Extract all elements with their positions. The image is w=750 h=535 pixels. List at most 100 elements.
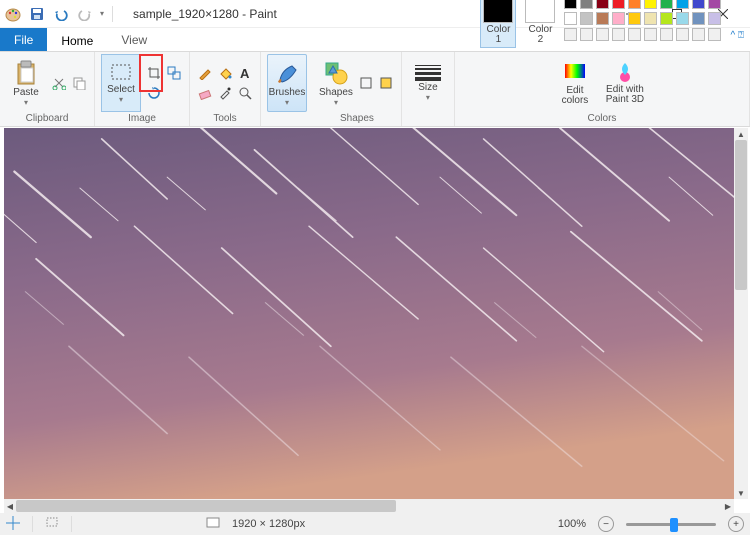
rotate-icon[interactable]	[145, 84, 163, 102]
canvas-image	[4, 128, 734, 499]
app-icon	[4, 5, 22, 23]
select-button[interactable]: Select ▾	[101, 54, 141, 112]
palette-swatch[interactable]	[564, 28, 577, 41]
horizontal-scrollbar[interactable]: ◀ ▶	[4, 499, 734, 513]
color1-swatch	[483, 0, 513, 23]
color2-swatch	[525, 0, 555, 23]
outline-icon[interactable]	[357, 74, 375, 92]
palette-swatch[interactable]	[692, 28, 705, 41]
collapse-ribbon-icon[interactable]: ^ ⍰	[731, 30, 744, 41]
palette-swatch[interactable]	[612, 28, 625, 41]
palette-swatch[interactable]	[612, 0, 625, 9]
palette-swatch[interactable]	[676, 0, 689, 9]
scroll-right-icon[interactable]: ▶	[722, 499, 734, 513]
palette-swatch[interactable]	[676, 12, 689, 25]
color-picker-icon[interactable]	[216, 84, 234, 102]
brushes-button[interactable]: Brushes ▾	[267, 54, 307, 112]
scroll-down-icon[interactable]: ▼	[734, 487, 748, 499]
group-brushes: Brushes ▾	[261, 52, 313, 126]
svg-text:A: A	[240, 66, 250, 80]
save-icon[interactable]	[28, 5, 46, 23]
palette-swatch[interactable]	[564, 12, 577, 25]
color1-button[interactable]: Color 1	[480, 0, 516, 48]
palette-swatch[interactable]	[676, 28, 689, 41]
palette-swatch[interactable]	[596, 0, 609, 9]
palette-swatch[interactable]	[708, 0, 721, 9]
palette-swatch[interactable]	[596, 28, 609, 41]
fill-shape-icon[interactable]	[377, 74, 395, 92]
palette-swatch[interactable]	[580, 28, 593, 41]
canvas-size-icon	[206, 516, 220, 533]
palette-swatch[interactable]	[628, 0, 641, 9]
hscroll-thumb[interactable]	[16, 500, 396, 512]
edit-colors-button[interactable]: Edit colors	[555, 54, 595, 112]
color-palette[interactable]	[564, 0, 723, 43]
qat-dropdown-icon[interactable]: ▾	[100, 9, 104, 18]
palette-swatch[interactable]	[628, 28, 641, 41]
cut-icon[interactable]	[50, 74, 68, 92]
group-shapes: Shapes ▾ Shapes	[313, 52, 402, 126]
magnifier-icon[interactable]	[236, 84, 254, 102]
status-bar: 1920 × 1280px 100% − +	[0, 513, 750, 535]
brush-icon	[274, 60, 300, 86]
canvas-area[interactable]	[4, 128, 734, 499]
zoom-in-button[interactable]: +	[728, 516, 744, 532]
pencil-icon[interactable]	[196, 64, 214, 82]
palette-swatch[interactable]	[660, 28, 673, 41]
ribbon: Paste ▾ Clipboard Select ▾ Image	[0, 52, 750, 127]
canvas-dimensions: 1920 × 1280px	[232, 518, 305, 530]
group-tools: A Tools	[190, 52, 261, 126]
palette-swatch[interactable]	[644, 28, 657, 41]
edit-colors-icon	[563, 60, 587, 84]
copy-icon[interactable]	[70, 74, 88, 92]
palette-swatch[interactable]	[708, 28, 721, 41]
shapes-gallery[interactable]: Shapes ▾	[319, 54, 353, 112]
eraser-icon[interactable]	[196, 84, 214, 102]
cursor-position-icon	[6, 516, 20, 533]
scroll-left-icon[interactable]: ◀	[4, 499, 16, 513]
group-colors: Color 1 Color 2 Edit colors Edit with Pa…	[455, 52, 750, 126]
shapes-icon	[323, 60, 349, 86]
palette-swatch[interactable]	[660, 12, 673, 25]
palette-swatch[interactable]	[596, 12, 609, 25]
tab-file[interactable]: File	[0, 28, 47, 51]
undo-icon[interactable]	[52, 5, 70, 23]
palette-swatch[interactable]	[708, 12, 721, 25]
color2-button[interactable]: Color 2	[522, 0, 558, 48]
group-image: Select ▾ Image	[95, 52, 190, 126]
clipboard-icon	[15, 60, 37, 86]
palette-swatch[interactable]	[580, 0, 593, 9]
zoom-slider-knob[interactable]	[670, 518, 678, 532]
paint3d-icon	[614, 61, 636, 83]
palette-swatch[interactable]	[612, 12, 625, 25]
palette-swatch[interactable]	[564, 0, 577, 9]
paste-button[interactable]: Paste ▾	[6, 54, 46, 112]
redo-icon[interactable]	[76, 5, 94, 23]
tab-view[interactable]: View	[107, 28, 161, 51]
zoom-out-button[interactable]: −	[598, 516, 614, 532]
vertical-scrollbar[interactable]: ▲ ▼	[734, 128, 748, 499]
palette-swatch[interactable]	[644, 0, 657, 9]
palette-swatch[interactable]	[660, 0, 673, 9]
selection-size-icon	[45, 516, 59, 533]
tab-home[interactable]: Home	[47, 28, 107, 51]
vscroll-thumb[interactable]	[735, 140, 747, 290]
palette-swatch[interactable]	[580, 12, 593, 25]
paint3d-button[interactable]: Edit with Paint 3D	[601, 54, 649, 112]
resize-icon[interactable]	[165, 64, 183, 82]
palette-swatch[interactable]	[692, 0, 705, 9]
crop-icon[interactable]	[145, 64, 163, 82]
select-icon	[110, 63, 132, 83]
scroll-up-icon[interactable]: ▲	[734, 128, 748, 140]
palette-swatch[interactable]	[628, 12, 641, 25]
palette-swatch[interactable]	[692, 12, 705, 25]
zoom-level: 100%	[558, 518, 586, 530]
group-clipboard: Paste ▾ Clipboard	[0, 52, 95, 126]
fill-icon[interactable]	[216, 64, 234, 82]
palette-swatch[interactable]	[644, 12, 657, 25]
zoom-slider[interactable]	[626, 523, 716, 526]
size-button[interactable]: Size ▾	[408, 54, 448, 112]
group-size: Size ▾	[402, 52, 455, 126]
window-title: sample_1920×1280 - Paint	[133, 7, 277, 21]
text-icon[interactable]: A	[236, 64, 254, 82]
